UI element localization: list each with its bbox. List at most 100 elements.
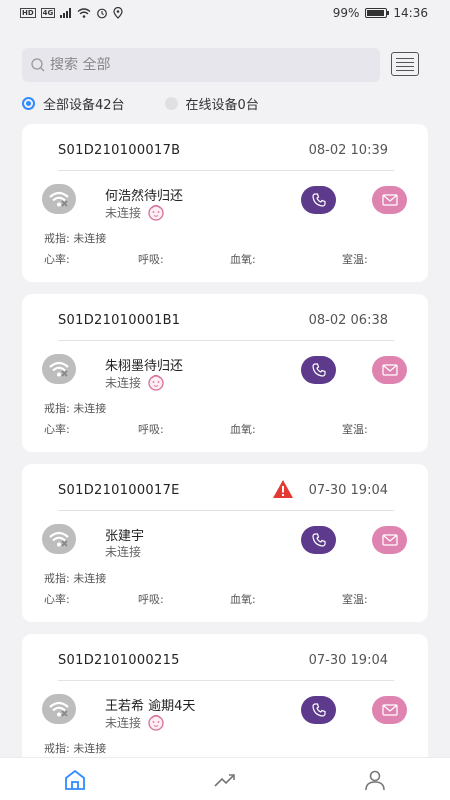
filter-all-devices[interactable]: 全部设备42台 bbox=[22, 94, 125, 113]
baby-face-icon bbox=[148, 374, 164, 391]
wifi-off-icon bbox=[42, 694, 76, 724]
ring-label: 戒指: bbox=[44, 232, 70, 245]
device-card[interactable]: S01D210100017B 08-02 10:39 何浩然待归还 未连接 戒指… bbox=[22, 124, 428, 282]
call-button[interactable] bbox=[301, 526, 336, 554]
user-icon bbox=[365, 770, 385, 791]
connection-status: 未连接 bbox=[105, 373, 167, 391]
clock: 14:36 bbox=[393, 6, 428, 20]
search-box[interactable] bbox=[22, 48, 380, 82]
device-time: 07-30 19:04 bbox=[308, 483, 388, 498]
status-right: 99% 14:36 bbox=[333, 6, 428, 20]
ring-status: 戒指: 未连接 bbox=[44, 400, 106, 416]
blood-oxygen-label: 血氧: bbox=[230, 253, 256, 266]
search-row bbox=[22, 48, 422, 84]
connection-label: 未连接 bbox=[105, 545, 142, 559]
device-filter: 全部设备42台 在线设备0台 bbox=[22, 94, 259, 113]
breath-label: 呼吸: bbox=[138, 253, 164, 266]
room-temp-label: 室温: bbox=[342, 593, 368, 606]
breath-label: 呼吸: bbox=[138, 423, 164, 436]
ring-value: 未连接 bbox=[73, 742, 107, 755]
mail-icon bbox=[381, 534, 398, 546]
message-button[interactable] bbox=[372, 526, 407, 554]
list-menu-button[interactable] bbox=[391, 52, 419, 76]
call-button[interactable] bbox=[301, 356, 336, 384]
bottom-nav bbox=[0, 757, 450, 800]
message-button[interactable] bbox=[372, 356, 407, 384]
wifi-off-icon bbox=[42, 184, 76, 214]
connection-status: 未连接 bbox=[105, 543, 141, 560]
person-name: 朱栩墨待归还 bbox=[105, 359, 184, 374]
phone-icon bbox=[311, 703, 326, 717]
ring-status: 戒指: 未连接 bbox=[44, 570, 106, 586]
person-name: 王若希 逾期4天 bbox=[105, 699, 196, 714]
breath-label: 呼吸: bbox=[138, 593, 164, 606]
radio-unselected-icon bbox=[164, 97, 178, 110]
device-id: S01D210100017E bbox=[58, 483, 180, 498]
filter-online-label: 在线设备0台 bbox=[185, 98, 259, 113]
search-icon bbox=[31, 58, 45, 72]
heart-rate-label: 心率: bbox=[44, 593, 70, 606]
ring-value: 未连接 bbox=[73, 402, 107, 415]
list-menu-icon bbox=[396, 57, 414, 59]
device-id: S01D2101000215 bbox=[58, 653, 180, 668]
filter-online-devices[interactable]: 在线设备0台 bbox=[164, 94, 259, 113]
message-button[interactable] bbox=[372, 696, 407, 724]
filter-all-label: 全部设备42台 bbox=[43, 98, 125, 113]
connection-label: 未连接 bbox=[105, 375, 142, 390]
ring-value: 未连接 bbox=[73, 232, 107, 245]
device-id: S01D210100017B bbox=[58, 143, 181, 158]
location-icon bbox=[113, 7, 123, 19]
device-card[interactable]: S01D210100017E 07-30 19:04 张建宇 未连接 戒指: 未… bbox=[22, 464, 428, 622]
nav-home[interactable] bbox=[61, 766, 89, 794]
battery-icon bbox=[365, 8, 390, 18]
ring-label: 戒指: bbox=[44, 742, 70, 755]
radio-selected-icon bbox=[22, 97, 35, 110]
blood-oxygen-label: 血氧: bbox=[230, 423, 256, 436]
phone-icon bbox=[311, 533, 326, 547]
device-id: S01D21010001B1 bbox=[58, 313, 181, 328]
connection-status: 未连接 bbox=[105, 203, 167, 221]
person-name: 何浩然待归还 bbox=[105, 189, 184, 204]
wifi-off-icon bbox=[42, 354, 76, 384]
alarm-icon bbox=[97, 8, 108, 19]
blood-oxygen-label: 血氧: bbox=[230, 593, 256, 606]
divider bbox=[58, 680, 394, 681]
status-bar: HD 4G 99% 14:36 bbox=[0, 0, 450, 26]
nav-profile[interactable] bbox=[361, 766, 389, 794]
connection-status: 未连接 bbox=[105, 713, 167, 731]
call-button[interactable] bbox=[301, 186, 336, 214]
device-card[interactable]: S01D21010001B1 08-02 06:38 朱栩墨待归还 未连接 戒指… bbox=[22, 294, 428, 452]
ring-status: 戒指: 未连接 bbox=[44, 740, 106, 756]
person-name: 张建宇 bbox=[105, 529, 145, 544]
heart-rate-label: 心率: bbox=[44, 253, 70, 266]
room-temp-label: 室温: bbox=[342, 253, 368, 266]
ring-status: 戒指: 未连接 bbox=[44, 230, 106, 246]
warning-icon bbox=[273, 480, 293, 498]
baby-face-icon bbox=[148, 714, 164, 731]
divider bbox=[58, 340, 394, 341]
ring-label: 戒指: bbox=[44, 402, 70, 415]
device-time: 08-02 10:39 bbox=[308, 143, 388, 158]
signal-icon bbox=[60, 8, 72, 18]
phone-icon bbox=[311, 363, 326, 377]
connection-label: 未连接 bbox=[105, 205, 142, 220]
baby-face-icon bbox=[148, 204, 164, 221]
ring-label: 戒指: bbox=[44, 572, 70, 585]
nav-trends[interactable] bbox=[211, 766, 239, 794]
call-button[interactable] bbox=[301, 696, 336, 724]
status-left: HD 4G bbox=[20, 7, 123, 19]
room-temp-label: 室温: bbox=[342, 423, 368, 436]
device-time: 07-30 19:04 bbox=[308, 653, 388, 668]
divider bbox=[58, 510, 394, 511]
divider bbox=[58, 170, 394, 171]
search-input[interactable] bbox=[50, 57, 350, 73]
home-icon bbox=[65, 769, 85, 790]
wifi-off-icon bbox=[42, 524, 76, 554]
mail-icon bbox=[381, 364, 398, 376]
phone-icon bbox=[311, 193, 326, 207]
device-time: 08-02 06:38 bbox=[308, 313, 388, 328]
message-button[interactable] bbox=[372, 186, 407, 214]
mail-icon bbox=[381, 704, 398, 716]
ring-value: 未连接 bbox=[73, 572, 107, 585]
wifi-status-icon bbox=[77, 8, 91, 18]
